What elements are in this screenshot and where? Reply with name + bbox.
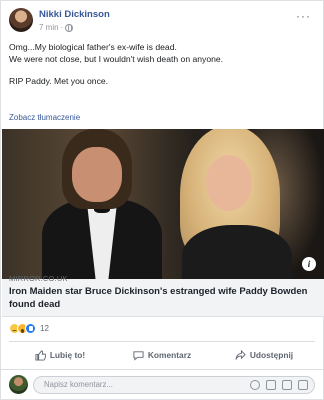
translate-link[interactable]: Zobacz tłumaczenie	[9, 113, 80, 122]
reaction-count: 12	[40, 324, 49, 333]
comment-placeholder: Napisz komentarz...	[44, 380, 113, 389]
emoji-icon[interactable]	[250, 380, 260, 390]
comment-button[interactable]: Komentarz	[111, 344, 213, 366]
action-bar: Lubię to! Komentarz Udostępnij	[9, 344, 315, 366]
author-avatar[interactable]	[9, 8, 33, 32]
globe-icon	[65, 23, 74, 32]
post-line-3: RIP Paddy. Met you once.	[9, 76, 109, 86]
like-icon	[25, 323, 36, 334]
post-line-1: Omg...My biological father's ex-wife is …	[9, 42, 177, 52]
link-preview-image[interactable]: i	[2, 129, 324, 279]
divider	[9, 341, 315, 342]
camera-icon[interactable]	[266, 380, 276, 390]
comment-label: Komentarz	[147, 350, 192, 360]
more-dots-icon[interactable]: ···	[296, 9, 311, 23]
gif-icon[interactable]	[282, 380, 292, 390]
user-avatar[interactable]	[9, 375, 28, 394]
post-card: Nikki Dickinson 7 min · ··· Omg...My bio…	[0, 0, 324, 400]
like-label: Lubię to!	[49, 350, 86, 360]
share-icon	[235, 349, 246, 360]
like-button[interactable]: Lubię to!	[9, 344, 111, 366]
link-domain: MIRROR.CO.UK	[9, 274, 68, 283]
comment-input[interactable]: Napisz komentarz...	[33, 376, 315, 394]
comment-icon	[133, 350, 144, 361]
comment-tools	[250, 380, 308, 390]
author-name[interactable]: Nikki Dickinson	[39, 9, 110, 20]
thumbs-up-icon	[35, 349, 46, 361]
share-button[interactable]: Udostępnij	[213, 344, 315, 366]
sticker-icon[interactable]	[298, 380, 308, 390]
post-time[interactable]: 7 min	[39, 23, 59, 32]
share-label: Udostępnij	[249, 350, 294, 360]
info-icon[interactable]: i	[302, 257, 316, 271]
divider	[1, 369, 323, 370]
comment-row: Napisz komentarz...	[9, 375, 315, 395]
link-headline[interactable]: Iron Maiden star Bruce Dickinson's estra…	[9, 285, 309, 311]
post-meta: 7 min ·	[39, 23, 74, 32]
post-text: Omg...My biological father's ex-wife is …	[9, 41, 317, 97]
post-line-2: We were not close, but I wouldn't wish d…	[9, 54, 224, 64]
reactions-summary[interactable]: 12	[9, 323, 49, 334]
